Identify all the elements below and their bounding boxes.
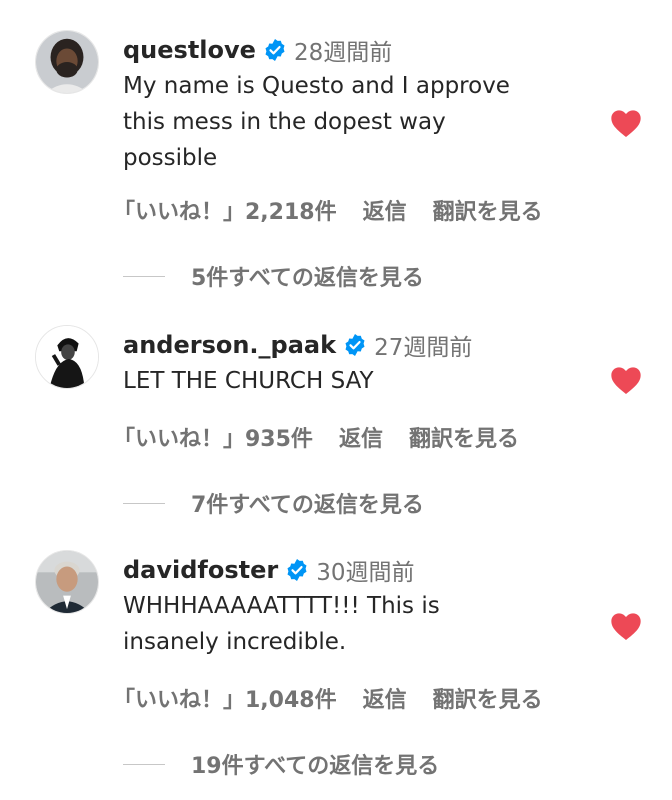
avatar[interactable] <box>35 325 99 389</box>
heart-icon[interactable] <box>610 108 642 138</box>
avatar[interactable] <box>35 30 99 94</box>
translate-button[interactable]: 翻訳を見る <box>409 421 519 453</box>
verified-badge-icon <box>287 559 307 581</box>
comment-timestamp[interactable]: 27週間前 <box>374 328 472 362</box>
comment-timestamp[interactable]: 30週間前 <box>316 553 414 587</box>
avatar[interactable] <box>35 550 99 614</box>
translate-button[interactable]: 翻訳を見る <box>433 682 543 714</box>
view-replies-button[interactable]: 5件すべての返信を見る <box>123 258 593 294</box>
replies-divider <box>123 502 165 504</box>
likes-count-link[interactable]: 「いいね！」935件 <box>113 421 313 453</box>
view-replies-label: 5件すべての返信を見る <box>191 266 424 291</box>
comment-line: My name is Questo and I approve <box>123 73 510 99</box>
translate-button[interactable]: 翻訳を見る <box>433 194 543 226</box>
comment-text: WHHHAAAAATTTT!!! This is insanely incred… <box>123 588 593 660</box>
replies-divider <box>123 275 165 277</box>
comment-text: LET THE CHURCH SAY <box>123 363 593 399</box>
heart-icon[interactable] <box>610 611 642 641</box>
comment-line: insanely incredible. <box>123 629 347 655</box>
comment-timestamp[interactable]: 28週間前 <box>294 33 392 67</box>
reply-button[interactable]: 返信 <box>363 194 407 226</box>
username[interactable]: questlove <box>123 36 256 64</box>
verified-badge-icon <box>345 334 365 356</box>
comment-line: this mess in the dopest way <box>123 109 446 135</box>
likes-count-link[interactable]: 「いいね！」1,048件 <box>113 682 337 714</box>
reply-button[interactable]: 返信 <box>363 682 407 714</box>
likes-count-link[interactable]: 「いいね！」2,218件 <box>113 194 337 226</box>
view-replies-label: 7件すべての返信を見る <box>191 493 424 518</box>
replies-divider <box>123 763 165 765</box>
view-replies-button[interactable]: 7件すべての返信を見る <box>123 485 593 521</box>
view-replies-label: 19件すべての返信を見る <box>191 754 440 779</box>
comment-line: possible <box>123 145 218 171</box>
view-replies-button[interactable]: 19件すべての返信を見る <box>123 746 593 782</box>
username[interactable]: anderson._paak <box>123 331 336 359</box>
reply-button[interactable]: 返信 <box>339 421 383 453</box>
comment-line: WHHHAAAAATTTT!!! This is <box>123 593 440 619</box>
heart-icon[interactable] <box>610 365 642 395</box>
verified-badge-icon <box>265 39 285 61</box>
username[interactable]: davidfoster <box>123 556 278 584</box>
comment-text: My name is Questo and I approve this mes… <box>123 68 593 176</box>
comment-line: LET THE CHURCH SAY <box>123 368 374 394</box>
